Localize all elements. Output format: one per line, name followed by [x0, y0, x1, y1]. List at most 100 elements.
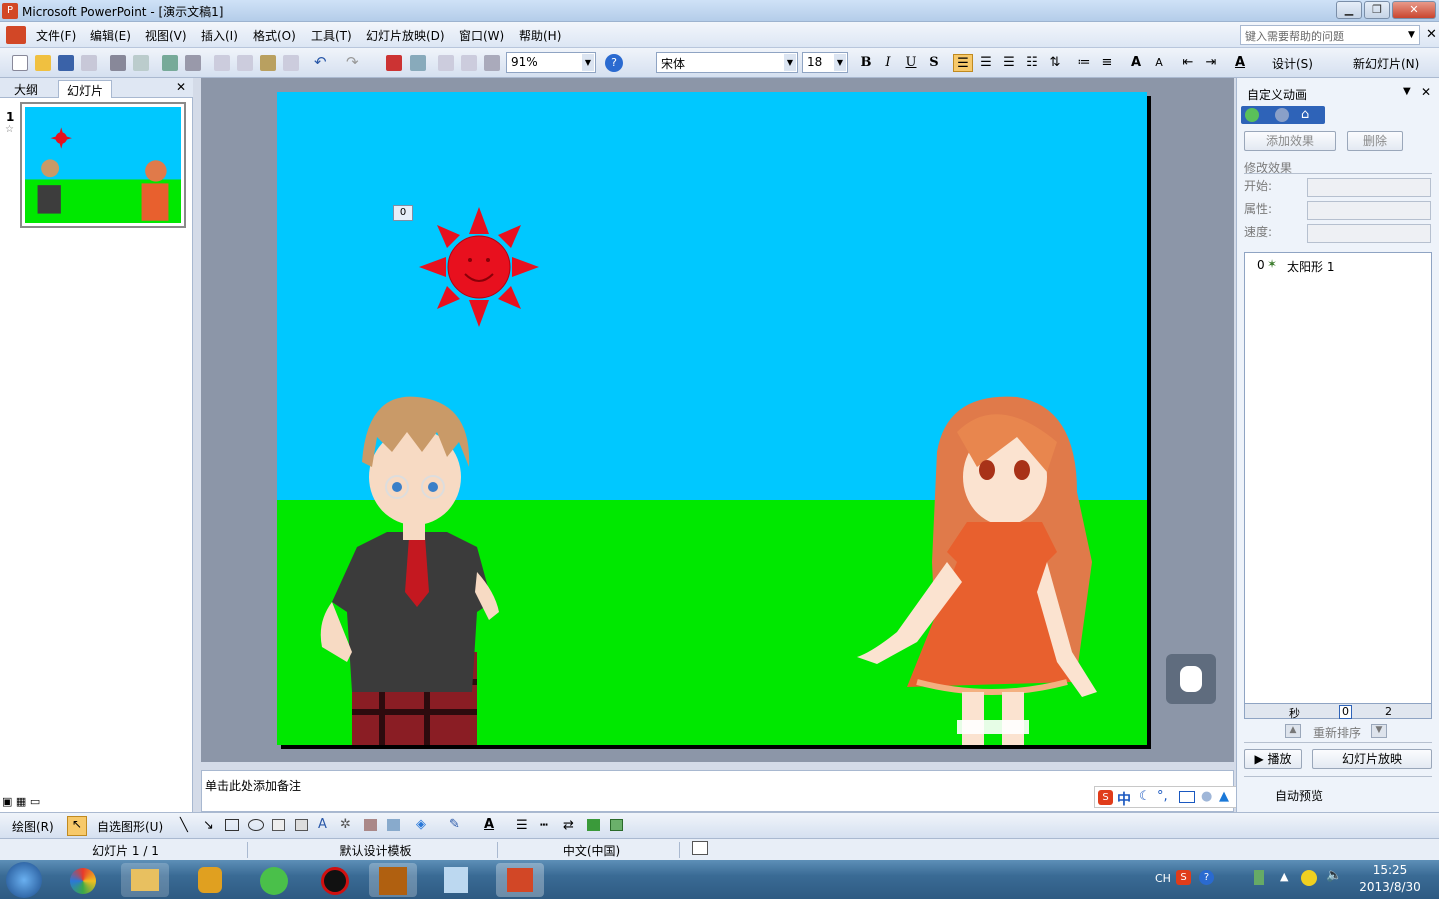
rectangle-icon[interactable] — [225, 819, 239, 831]
align-center-button[interactable]: ☰ — [976, 54, 996, 72]
wordart-icon[interactable]: A — [318, 817, 327, 832]
3d-style-icon[interactable] — [610, 819, 623, 831]
volume-icon[interactable]: 🔈 — [1326, 868, 1342, 883]
font-select[interactable]: 宋体 ▼ — [656, 52, 798, 73]
menu-window[interactable]: 窗口(W) — [459, 27, 504, 44]
print-icon[interactable] — [110, 55, 126, 71]
textbox-icon[interactable] — [272, 819, 285, 831]
autoshapes-button[interactable]: 自选图形(U) — [97, 818, 163, 835]
cut-icon[interactable] — [214, 55, 230, 71]
help-search-input[interactable]: 键入需要帮助的问题 — [1240, 25, 1420, 45]
dash-style-icon[interactable]: ┅ — [540, 818, 548, 833]
show-formatting-icon[interactable] — [461, 55, 477, 71]
bullets-button[interactable]: ≡ — [1097, 54, 1117, 72]
clipart-icon[interactable] — [364, 819, 377, 831]
taskbar-app-green[interactable] — [250, 863, 298, 897]
line-style-icon[interactable]: ☰ — [516, 818, 528, 833]
normal-view-icon[interactable]: ▣ — [2, 795, 12, 808]
sogou-icon[interactable]: S — [1098, 790, 1113, 805]
fill-color-icon[interactable]: ◈ — [416, 817, 426, 832]
taskbar-app-record[interactable] — [311, 863, 359, 897]
underline-button[interactable]: U — [901, 54, 921, 72]
pane-menu-icon[interactable]: ▼ — [1403, 86, 1411, 97]
start-button[interactable] — [6, 862, 42, 898]
taskbar-powerpoint[interactable] — [496, 863, 544, 897]
spelling-status-icon[interactable] — [692, 841, 708, 855]
shadow-button[interactable]: S — [924, 54, 944, 72]
italic-button[interactable]: I — [878, 54, 898, 72]
increase-indent-button[interactable]: ⇥ — [1201, 54, 1221, 72]
new-slide-button[interactable]: 新幻灯片(N) — [1353, 55, 1419, 72]
save-icon[interactable] — [58, 55, 74, 71]
system-clock[interactable]: 15:25 2013/8/30 — [1350, 862, 1430, 896]
show-hidden-icons[interactable]: ▲ — [1280, 870, 1288, 883]
battery-icon[interactable] — [1254, 870, 1264, 885]
zoom-select[interactable]: 91% ▼ — [506, 52, 596, 73]
ime-toolbar[interactable]: S 中 ☾ °, ● ▲ ✎ — [1094, 786, 1254, 808]
insert-table-icon[interactable] — [410, 55, 426, 71]
minimize-button[interactable]: ▁ — [1336, 1, 1362, 19]
research-icon[interactable] — [185, 55, 201, 71]
line-color-icon[interactable]: ✎ — [449, 817, 460, 832]
menu-edit[interactable]: 编辑(E) — [90, 27, 131, 44]
numbering-button[interactable]: ≔ — [1074, 54, 1094, 72]
line-icon[interactable]: ╲ — [180, 818, 188, 833]
insert-chart-icon[interactable] — [386, 55, 402, 71]
animation-list[interactable]: 0 ✶ 太阳形 1 — [1244, 252, 1432, 704]
menu-tools[interactable]: 工具(T) — [311, 27, 352, 44]
taskbar-app-360[interactable] — [60, 863, 108, 897]
menu-view[interactable]: 视图(V) — [145, 27, 187, 44]
floating-assistant-button[interactable] — [1166, 654, 1216, 704]
arrow-icon[interactable]: ↘ — [203, 818, 214, 833]
moon-icon[interactable]: ☾ — [1139, 789, 1151, 804]
arrow-style-icon[interactable]: ⇄ — [563, 818, 574, 833]
skin-icon[interactable]: ▲ — [1219, 789, 1229, 804]
remove-effect-button[interactable]: 删除 — [1347, 131, 1403, 151]
maximize-button[interactable]: ❐ — [1364, 1, 1390, 19]
start-select[interactable] — [1307, 178, 1431, 197]
close-pane-icon[interactable]: ✕ — [176, 80, 186, 94]
timeline-bar[interactable]: 秒 0 2 — [1244, 703, 1432, 721]
print-preview-icon[interactable] — [133, 55, 149, 71]
menu-help[interactable]: 帮助(H) — [519, 27, 561, 44]
slide-sorter-icon[interactable]: ▦ — [16, 795, 26, 808]
permission-icon[interactable] — [81, 55, 97, 71]
font-color-button[interactable]: A — [1230, 54, 1250, 72]
menu-file[interactable]: 文件(F) — [36, 27, 76, 44]
speed-select[interactable] — [1307, 224, 1431, 243]
taskbar-app-shield[interactable] — [186, 863, 234, 897]
sogou-tray-icon[interactable]: S — [1176, 870, 1191, 885]
diagram-icon[interactable]: ✲ — [340, 817, 351, 832]
notes-pane[interactable]: 单击此处添加备注 — [201, 770, 1234, 812]
menu-format[interactable]: 格式(O) — [253, 27, 296, 44]
timeline-unit[interactable]: 秒 — [1289, 705, 1300, 721]
animation-item-name[interactable]: 太阳形 1 — [1287, 258, 1334, 275]
decrease-indent-button[interactable]: ⇤ — [1178, 54, 1198, 72]
home-icon[interactable]: ⌂ — [1301, 107, 1309, 122]
punctuation-icon[interactable]: °, — [1157, 789, 1168, 804]
close-button[interactable]: ✕ — [1392, 1, 1436, 19]
draw-menu-button[interactable]: 绘图(R) — [12, 818, 54, 835]
bold-button[interactable]: B — [856, 54, 876, 72]
align-left-button[interactable]: ☰ — [953, 54, 973, 72]
forward-icon[interactable] — [1275, 108, 1289, 122]
increase-font-button[interactable]: A — [1126, 54, 1146, 72]
help-icon[interactable]: ? — [605, 54, 623, 72]
help-dropdown-icon[interactable]: ▼ — [1408, 30, 1415, 40]
autopreview-label[interactable]: 自动预览 — [1275, 787, 1323, 804]
shadow-style-icon[interactable] — [587, 819, 600, 831]
slide-canvas[interactable]: 0 — [277, 92, 1147, 745]
tab-outline[interactable]: 大纲 — [6, 80, 46, 98]
back-icon[interactable] — [1245, 108, 1259, 122]
font-size-select[interactable]: 18 ▼ — [802, 52, 848, 73]
document-icon[interactable] — [6, 26, 26, 44]
vertical-textbox-icon[interactable] — [295, 819, 308, 831]
close-document-icon[interactable]: ✕ — [1426, 27, 1437, 42]
taskbar-app-flash[interactable] — [369, 863, 417, 897]
menu-slideshow[interactable]: 幻灯片放映(D) — [366, 27, 445, 44]
ime-mode[interactable]: 中 — [1117, 789, 1131, 809]
sun-shape[interactable] — [419, 207, 539, 327]
paste-icon[interactable] — [260, 55, 276, 71]
design-button[interactable]: 设计(S) — [1272, 55, 1313, 72]
property-select[interactable] — [1307, 201, 1431, 220]
